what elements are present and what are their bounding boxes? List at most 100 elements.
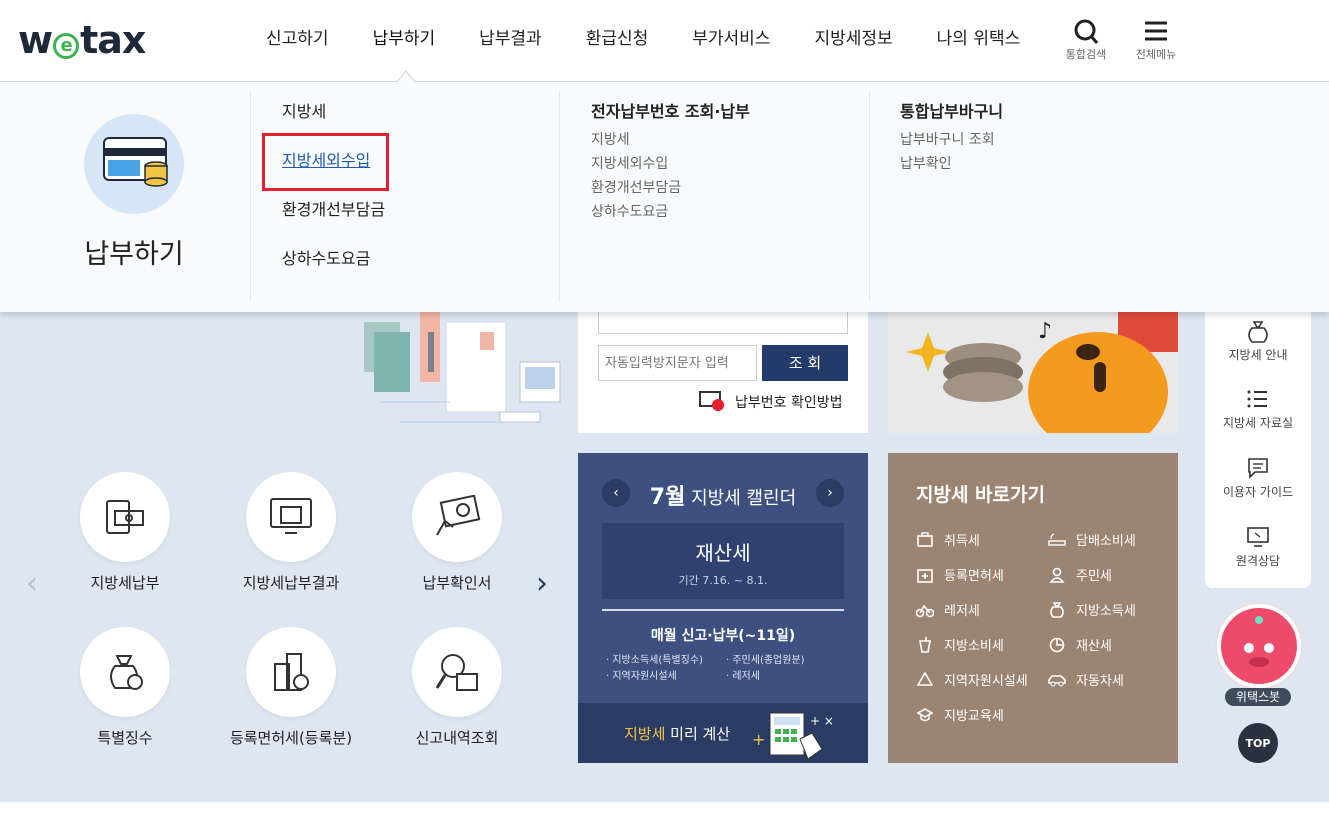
nav-extra-service[interactable]: 부가서비스 xyxy=(670,26,792,52)
cigarette-icon xyxy=(1048,531,1066,549)
divider xyxy=(559,92,560,302)
graduation-cap-icon xyxy=(916,706,934,724)
shortcut-vehicle-tax[interactable]: 자동차세 xyxy=(1048,670,1124,689)
right-remote-support[interactable]: 원격상담 xyxy=(1205,526,1311,569)
shortcut-local-consumption-tax[interactable]: 지방소비세 xyxy=(916,635,1004,654)
chevron-right-icon[interactable]: › xyxy=(536,566,548,601)
chat-icon xyxy=(1205,457,1311,483)
divider xyxy=(602,609,844,611)
quick-label: 지방세납부결과 xyxy=(242,574,340,592)
right-local-tax-library[interactable]: 지방세 자료실 xyxy=(1205,388,1311,431)
certificate-hand-icon xyxy=(412,472,502,562)
svg-text:♪: ♪ xyxy=(1038,319,1052,344)
card-coins-icon xyxy=(84,114,184,214)
shortcut-regional-resource-tax[interactable]: 지역자원시설세 xyxy=(916,670,1028,689)
list-icon xyxy=(1205,388,1311,414)
quick-label: 신고내역조회 xyxy=(415,729,499,747)
nav-payment[interactable]: 납부하기 xyxy=(351,26,458,52)
pie-chart-icon xyxy=(1048,636,1066,654)
quick-local-tax-payment[interactable]: 지방세납부 xyxy=(45,472,205,593)
mega-col-basket: 통합납부바구니 납부바구니 조회 납부확인 xyxy=(900,100,1003,176)
basket-confirm[interactable]: 납부확인 xyxy=(900,152,1003,176)
nav-my-wetax[interactable]: 나의 위택스 xyxy=(915,26,1043,52)
scroll-top-button[interactable]: TOP xyxy=(1238,723,1278,763)
paynum-guide-link[interactable]: 납부번호 확인방법 xyxy=(735,392,843,412)
epay-non-tax-revenue[interactable]: 지방세외수입 xyxy=(591,152,750,176)
monthly-list-left: · 지방소득세(특별징수) · 지역자원시설세 xyxy=(606,655,703,682)
city-illustration xyxy=(364,312,561,423)
nav-refund[interactable]: 환급신청 xyxy=(564,26,671,52)
menu-water-bill[interactable]: 상하수도요금 xyxy=(282,247,385,296)
mega-title: 납부하기 xyxy=(84,239,184,270)
quick-payment-certificate[interactable]: 납부확인서 xyxy=(377,472,537,593)
won-bag-icon xyxy=(1048,601,1066,619)
svg-text:+ ×: + × xyxy=(810,714,834,728)
epay-water-bill[interactable]: 상하수도요금 xyxy=(591,200,750,224)
shortcut-tobacco-tax[interactable]: 담배소비세 xyxy=(1048,530,1136,549)
epay-environment-charge[interactable]: 환경개선부담금 xyxy=(591,176,750,200)
epay-heading[interactable]: 전자납부번호 조회·납부 xyxy=(591,100,750,124)
quick-label: 지방세납부 xyxy=(90,574,160,592)
quick-local-tax-result[interactable]: 지방세납부결과 xyxy=(211,472,371,593)
global-nav: 신고하기 납부하기 납부결과 환급신청 부가서비스 지방세정보 나의 위택스 xyxy=(244,26,1042,52)
bot-label: 위택스봇 xyxy=(1225,688,1291,706)
captcha-input[interactable] xyxy=(598,345,757,381)
active-menu-caret xyxy=(396,70,416,83)
basket-heading[interactable]: 통합납부바구니 xyxy=(900,100,1003,124)
mega-col-epay-number: 전자납부번호 조회·납부 지방세 지방세외수입 환경개선부담금 상하수도요금 xyxy=(591,100,750,224)
recycle-icon xyxy=(916,671,934,689)
quick-label: 특별징수 xyxy=(97,729,153,747)
calendar-tax-name: 재산세 xyxy=(695,541,751,565)
payment-card-icon xyxy=(80,472,170,562)
shortcut-property-tax[interactable]: 재산세 xyxy=(1048,635,1112,654)
basket-view[interactable]: 납부바구니 조회 xyxy=(900,128,1003,152)
shortcut-registration-tax[interactable]: 등록면허세 xyxy=(916,565,1004,584)
mascot-coins-image: ♪ xyxy=(906,312,1178,433)
shortcut-local-income-tax[interactable]: 지방소득세 xyxy=(1048,600,1136,619)
shortcut-local-education-tax[interactable]: 지방교육세 xyxy=(916,705,1004,724)
receipt-alert-icon xyxy=(698,390,726,416)
shortcut-leisure-tax[interactable]: 레저세 xyxy=(916,600,980,619)
mega-col-payment: 지방세 지방세외수입 환경개선부담금 상하수도요금 xyxy=(282,100,385,296)
person-icon xyxy=(1048,566,1066,584)
calendar-tax-box[interactable]: 재산세 기간 7.16. ~ 8.1. xyxy=(602,523,844,599)
building-coin-icon xyxy=(246,627,336,717)
quick-registration-license-tax[interactable]: 등록면허세(등록분) xyxy=(211,627,371,748)
integrated-search-button[interactable]: 통합검색 xyxy=(1056,18,1116,62)
menu-environment-charge[interactable]: 환경개선부담금 xyxy=(282,198,385,247)
right-local-tax-guide[interactable]: 지방세 안내 xyxy=(1205,320,1311,363)
nav-report[interactable]: 신고하기 xyxy=(244,26,351,52)
highlight-box xyxy=(262,133,389,191)
payment-mega-menu: 납부하기 지방세 지방세외수입 환경개선부담금 상하수도요금 전자납부번호 조회… xyxy=(0,82,1329,312)
right-user-guide[interactable]: 이용자 가이드 xyxy=(1205,457,1311,500)
shortcut-acquisition-tax[interactable]: 취득세 xyxy=(916,530,980,549)
cup-icon xyxy=(916,636,934,654)
monthly-list-right: · 주민세(종업원분) · 레저세 xyxy=(726,655,805,682)
car-icon xyxy=(1048,671,1066,689)
epay-local-tax[interactable]: 지방세 xyxy=(591,128,750,152)
quick-label: 등록면허세(등록분) xyxy=(229,729,353,747)
shortcut-resident-tax[interactable]: 주민세 xyxy=(1048,565,1112,584)
shortcuts-title: 지방세 바로가기 xyxy=(916,484,1045,506)
hamburger-icon xyxy=(1126,18,1186,46)
site-header: w e tax 신고하기 납부하기 납부결과 환급신청 부가서비스 지방세정보 나의… xyxy=(0,0,1329,82)
quick-special-collection[interactable]: 특별징수 xyxy=(45,627,205,748)
money-bag-icon xyxy=(1205,320,1311,346)
all-menu-button[interactable]: 전체메뉴 xyxy=(1126,18,1186,62)
money-bag-icon xyxy=(80,627,170,717)
quick-filing-history[interactable]: 신고내역조회 xyxy=(377,627,537,748)
chevron-left-icon[interactable]: ‹ xyxy=(26,566,38,601)
briefcase-icon xyxy=(916,531,934,549)
promo-banner[interactable]: ♪ xyxy=(888,312,1178,433)
query-button[interactable]: 조 회 xyxy=(762,345,848,381)
wetax-logo[interactable]: w e tax xyxy=(18,18,146,62)
calculator-hand-icon: + + × xyxy=(752,712,834,759)
divider xyxy=(869,92,870,302)
nav-payment-result[interactable]: 납부결과 xyxy=(457,26,564,52)
calendar-next-button[interactable]: › xyxy=(816,479,844,507)
nav-local-tax-info[interactable]: 지방세정보 xyxy=(792,26,914,52)
wetax-bot-avatar[interactable] xyxy=(1217,604,1301,688)
monthly-heading: 매월 신고·납부(~11일) xyxy=(650,628,796,644)
tax-calculator-button[interactable]: 지방세 미리 계산 + + × xyxy=(578,703,868,763)
calc-label: 지방세 미리 계산 xyxy=(624,725,731,743)
